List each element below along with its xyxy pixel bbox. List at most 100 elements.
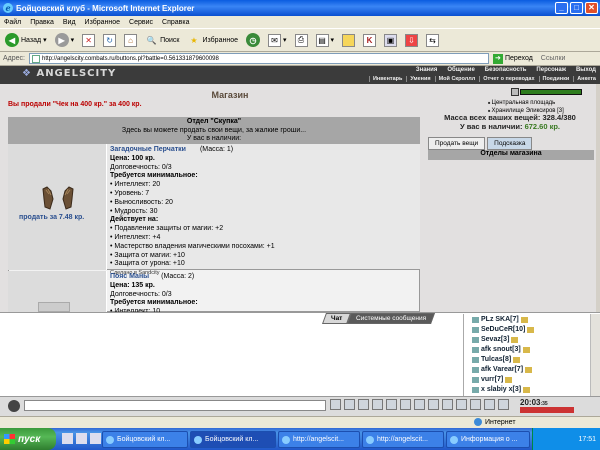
character-icon[interactable] (511, 88, 519, 96)
refresh-button[interactable]: ↻ (101, 31, 118, 49)
task-label: http://angelscit... (377, 436, 428, 443)
refresh-chat-icon[interactable] (414, 399, 425, 410)
user-list-item[interactable]: Tulcas[8] (472, 356, 521, 363)
search-button[interactable]: 🔍 Поиск (143, 31, 181, 49)
nav-communication[interactable]: Общение (447, 67, 474, 73)
menu-help[interactable]: Справка (162, 19, 189, 26)
edit-button[interactable]: ▤ ▾ (314, 31, 337, 49)
settings-icon[interactable] (400, 399, 411, 410)
close-button[interactable]: ✕ (585, 2, 598, 14)
tool-k-button[interactable]: K (361, 31, 378, 49)
home-button[interactable]: ⌂ (122, 31, 139, 49)
subnav-battles[interactable]: Поединки (538, 76, 569, 82)
subnav-scroll[interactable]: Мой Скроллл (434, 76, 475, 82)
chat-input[interactable] (24, 400, 326, 411)
back-button[interactable]: ◀ Назад ▾ (3, 31, 49, 49)
home-icon: ⌂ (124, 33, 138, 47)
smiley-icon[interactable] (386, 399, 397, 410)
print-button[interactable]: ⎙ (293, 31, 310, 49)
forward-button[interactable]: ▶ ▾ (53, 31, 77, 49)
content-scrollbar[interactable] (596, 84, 600, 312)
user-name: PLz SKA[7] (481, 316, 519, 323)
subnav-profile[interactable]: Анкета (573, 76, 596, 82)
quick-launch-icon[interactable] (90, 433, 101, 444)
maximize-button[interactable]: □ (570, 2, 583, 14)
nav-exit[interactable]: Выход (576, 67, 596, 73)
gloves-image (42, 186, 74, 210)
tool-image-button[interactable]: ▣ (382, 31, 399, 49)
clock-time: 20:03 (520, 398, 541, 407)
tab-system-messages[interactable]: Системные сообщения (347, 313, 436, 324)
user-list-item[interactable]: SeDuCeR[10] (472, 326, 535, 333)
window-title: Бойцовский клуб - Microsoft Internet Exp… (16, 3, 195, 13)
zone-label: Интернет (485, 418, 516, 426)
go-button[interactable]: ➜ Переход (492, 53, 533, 64)
favorites-button[interactable]: ★ Избранное (186, 31, 240, 49)
exit-chat-icon[interactable] (498, 399, 509, 410)
nav-knowledge[interactable]: Знания (416, 67, 438, 73)
site-logo[interactable]: ❖ ANGELSCITY (22, 68, 116, 79)
subnav-skills[interactable]: Умения (406, 76, 431, 82)
tab-hint[interactable]: Подсказка (487, 137, 533, 150)
user-list-item[interactable]: Sevaz[3] (472, 336, 519, 343)
menu-view[interactable]: Вид (63, 19, 76, 26)
taskbar-item[interactable]: http://angelscit... (278, 431, 360, 448)
windows-logo-icon (4, 434, 15, 444)
private-icon[interactable] (484, 399, 495, 410)
taskbar-item[interactable]: Бойцовский кл... (190, 431, 276, 448)
menu-tools[interactable]: Сервис (129, 19, 153, 26)
user-list-scrollbar[interactable] (590, 314, 600, 396)
subnav-inventory[interactable]: Инвентарь (368, 76, 402, 82)
location-central-square[interactable]: Центральная площадь (488, 99, 564, 107)
folder-button[interactable] (340, 31, 357, 49)
quick-launch-icon[interactable] (62, 433, 73, 444)
taskbar-item[interactable]: Бойцовский кл... (102, 431, 188, 448)
translit-icon[interactable] (372, 399, 383, 410)
history-button[interactable]: ◷ (244, 31, 262, 49)
mail-button[interactable]: ✉ ▾ (266, 31, 289, 49)
clear-icon[interactable] (344, 399, 355, 410)
page-icon (31, 55, 40, 63)
info-icon (520, 316, 528, 323)
sell-item-button[interactable]: продать за 7.48 кр. (19, 214, 84, 221)
user-name: vurr[7] (481, 376, 504, 383)
user-list-item[interactable]: vurr[7] (472, 376, 513, 383)
subnav-transfers[interactable]: Отчет о переводах (479, 76, 535, 82)
links-button[interactable]: Ссылки (541, 55, 566, 62)
user-icon[interactable] (428, 399, 439, 410)
nav-character[interactable]: Персонаж (536, 67, 566, 73)
minimize-button[interactable]: _ (555, 2, 568, 14)
user-list-item[interactable]: afk Varear[7] (472, 366, 533, 373)
send-icon[interactable] (330, 399, 341, 410)
menu-favorites[interactable]: Избранное (85, 19, 120, 26)
menu-file[interactable]: Файл (4, 19, 21, 26)
item-name-link[interactable]: Загадочные Перчатки (110, 146, 186, 153)
taskbar-item[interactable]: http://angelscit... (362, 431, 444, 448)
tool-download-button[interactable]: ⇩ (403, 31, 420, 49)
sound-icon[interactable] (456, 399, 467, 410)
total-weight: Масса всех ваших вещей: 328.4/380 (444, 113, 576, 122)
chat-mode-icon[interactable] (8, 400, 20, 412)
filter-icon[interactable] (358, 399, 369, 410)
mail-icon: ✉ (267, 33, 281, 47)
window-titlebar: e Бойцовский клуб - Microsoft Internet E… (0, 0, 600, 16)
nav-security[interactable]: Безопасность (485, 67, 527, 73)
taskbar-item[interactable]: Информация о ... (446, 431, 530, 448)
user-list-item[interactable]: PLz SKA[7] (472, 316, 528, 323)
chat-tabs: Чат Системные сообщения (321, 313, 436, 324)
scroll-lock-icon[interactable] (470, 399, 481, 410)
menu-bar: Файл Правка Вид Избранное Сервис Справка (0, 16, 600, 28)
stop-button[interactable]: ✕ (80, 31, 97, 49)
user-list-item[interactable]: afk snout[3] (472, 346, 530, 353)
quick-launch (62, 433, 101, 444)
user-list-item[interactable]: x slabiy x[3] (472, 386, 531, 393)
tab-sell-items[interactable]: Продать вещи (428, 137, 486, 150)
item-name-link[interactable]: Пояс Маны (110, 273, 149, 280)
address-input[interactable]: http://angelscity.combats.ru/buttons.pl?… (28, 53, 489, 64)
start-button[interactable]: пуск (0, 428, 56, 450)
tool-nav-button[interactable]: ⇆ (424, 31, 441, 49)
item-details: Пояс Маны (Масса: 2) Цена: 135 кр. Долго… (110, 273, 410, 317)
help-icon[interactable] (442, 399, 453, 410)
quick-launch-icon[interactable] (76, 433, 87, 444)
menu-edit[interactable]: Правка (30, 19, 54, 26)
